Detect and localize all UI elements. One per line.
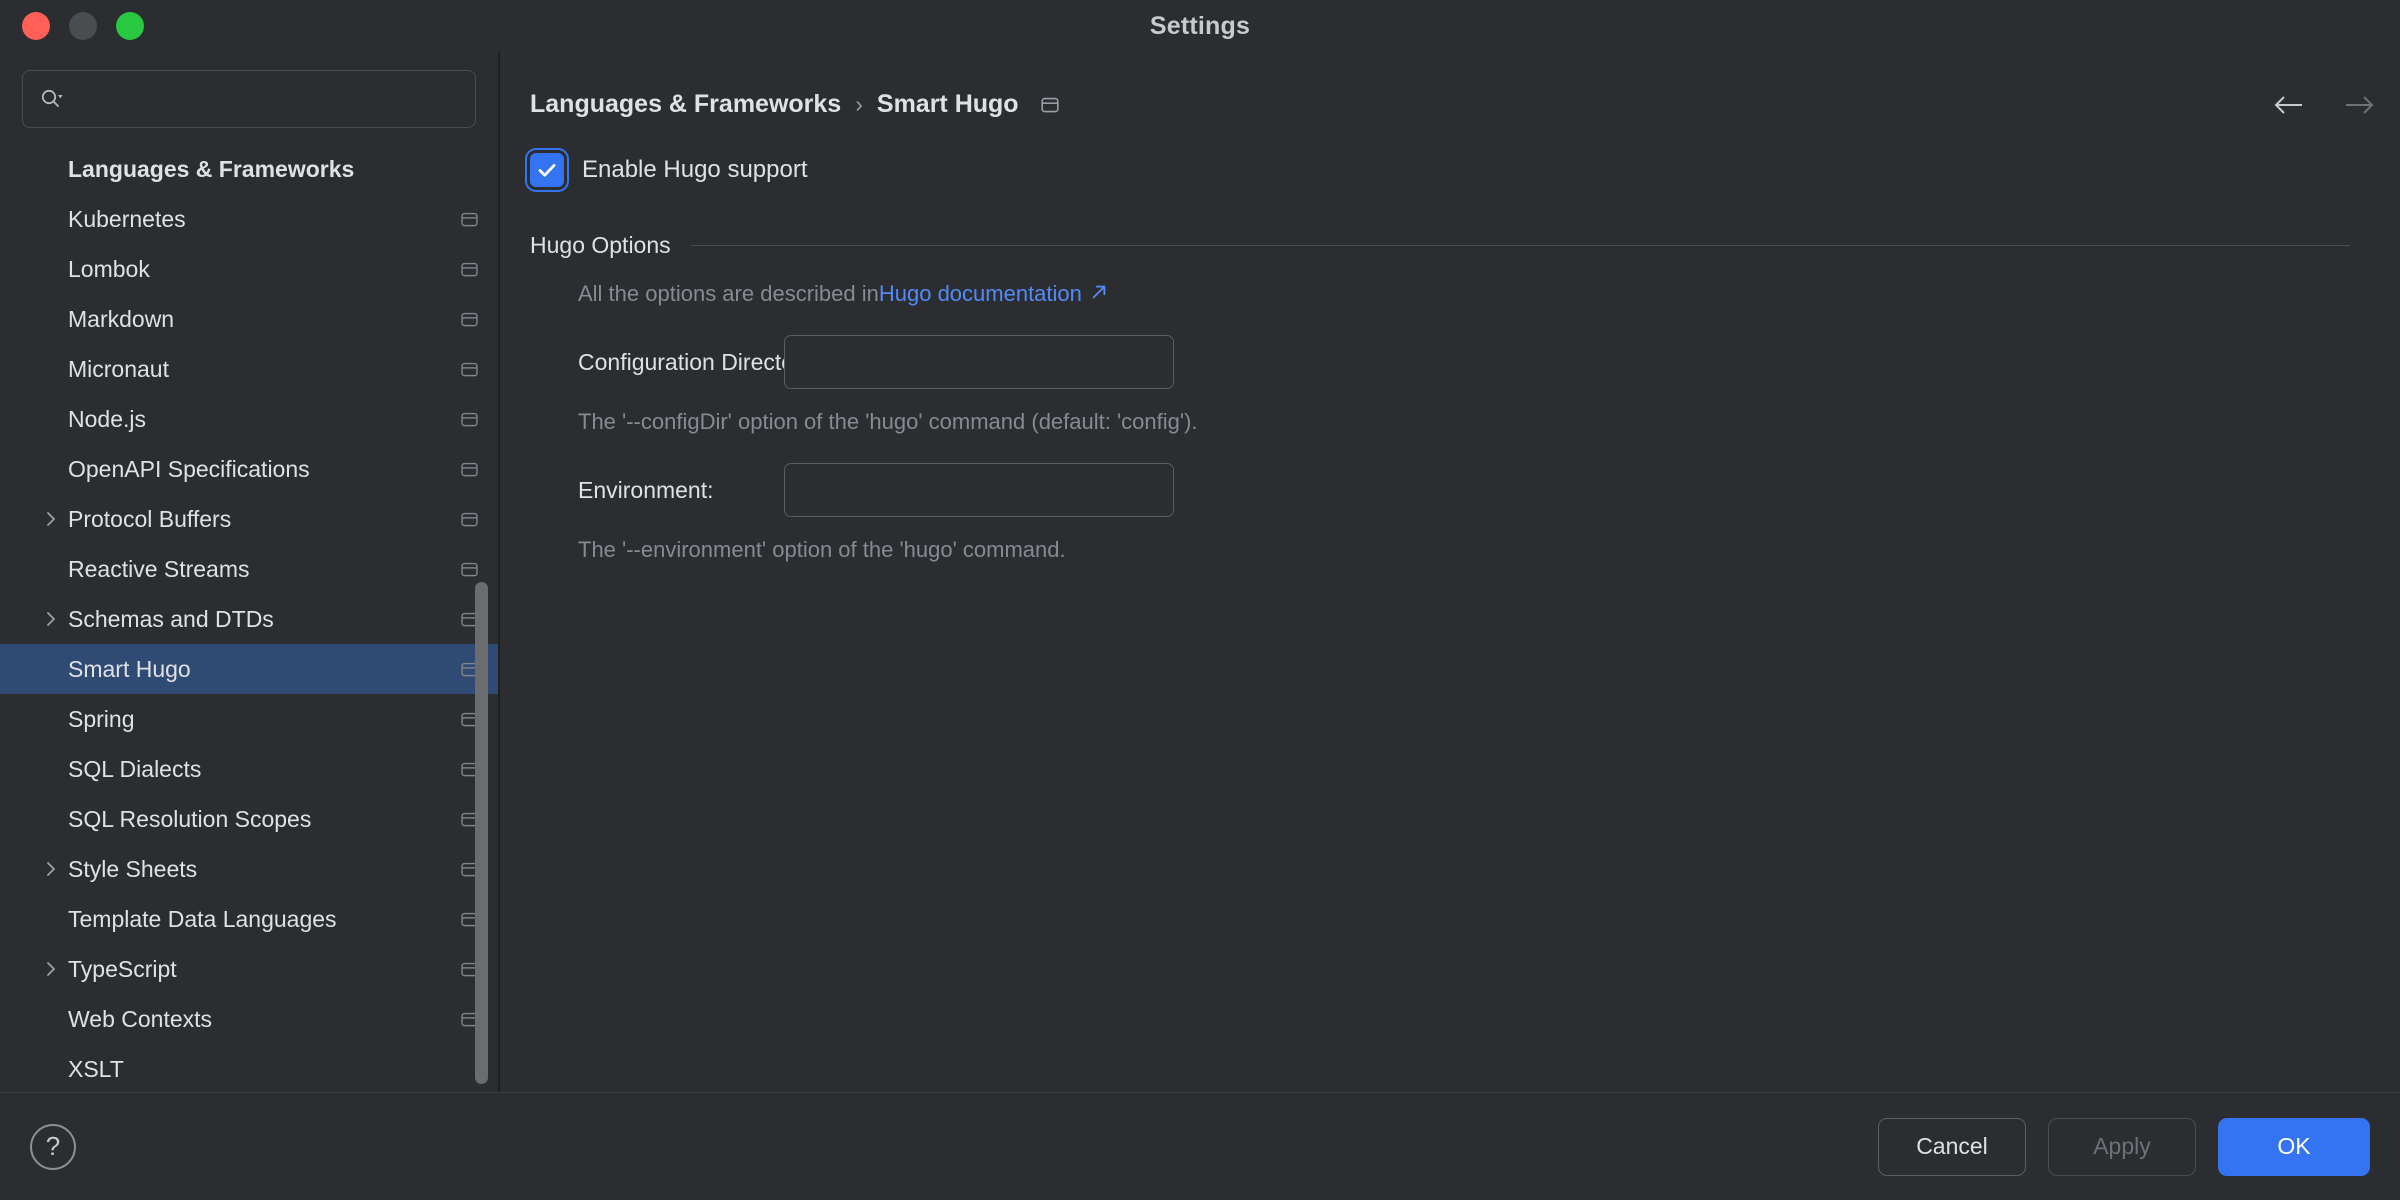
sidebar-scrollbar-thumb[interactable]: [475, 582, 488, 1084]
sidebar-item-label: TypeScript: [68, 955, 177, 982]
sidebar-item-web-contexts[interactable]: Web Contexts: [0, 994, 498, 1044]
sidebar-item-sql-resolution-scopes[interactable]: SQL Resolution Scopes: [0, 794, 498, 844]
hugo-documentation-prefix: All the options are described in: [578, 281, 879, 306]
sidebar-item-label: Protocol Buffers: [68, 505, 232, 532]
sidebar-item-label: Template Data Languages: [68, 905, 337, 932]
sidebar-item-label: Smart Hugo: [68, 655, 191, 682]
sidebar-item-label: Reactive Streams: [68, 555, 250, 582]
external-link-icon: [1090, 283, 1108, 301]
sidebar-item-reactive-streams[interactable]: Reactive Streams: [0, 544, 498, 594]
breadcrumb-separator-icon: ›: [855, 91, 863, 117]
breadcrumb: Languages & Frameworks › Smart Hugo: [500, 52, 2360, 119]
sidebar-item-label: XSLT: [68, 1055, 124, 1082]
group-separator-line: [690, 245, 2350, 246]
sidebar-item-label: SQL Dialects: [68, 755, 202, 782]
project-scope-icon: [459, 559, 480, 580]
sidebar-item-protocol-buffers[interactable]: Protocol Buffers: [0, 494, 498, 544]
environment-help: The '--environment' option of the 'hugo'…: [578, 537, 1066, 562]
expand-chevron-icon[interactable]: [34, 609, 68, 629]
sidebar-item-label: Kubernetes: [68, 205, 186, 232]
environment-row: Environment:: [578, 463, 2350, 517]
sidebar-item-openapi-specifications[interactable]: OpenAPI Specifications: [0, 444, 498, 494]
sidebar-group-header-label: Languages & Frameworks: [68, 155, 355, 182]
sidebar-item-typescript[interactable]: TypeScript: [0, 944, 498, 994]
expand-chevron-icon[interactable]: [34, 859, 68, 879]
sidebar-item-label: Node.js: [68, 405, 146, 432]
expand-chevron-icon[interactable]: [34, 959, 68, 979]
hugo-documentation-link[interactable]: Hugo documentation: [879, 281, 1082, 307]
sidebar-item-spring[interactable]: Spring: [0, 694, 498, 744]
sidebar-item-label: Lombok: [68, 255, 150, 282]
breadcrumb-parent[interactable]: Languages & Frameworks: [530, 90, 841, 119]
cancel-button[interactable]: Cancel: [1878, 1117, 2026, 1176]
configuration-directory-row: Configuration Directory:: [578, 335, 2350, 389]
sidebar-item-label: Style Sheets: [68, 855, 198, 882]
dialog-footer: ? Cancel Apply OK: [0, 1092, 2400, 1200]
project-scope-icon: [459, 259, 480, 280]
navigation-arrows: [2272, 92, 2376, 118]
expand-chevron-icon[interactable]: [34, 509, 68, 529]
sidebar-item-label: Markdown: [68, 305, 175, 332]
configuration-directory-input[interactable]: [784, 335, 1174, 389]
hugo-documentation-line: All the options are described in Hugo do…: [578, 281, 2350, 307]
settings-tree[interactable]: Languages & Frameworks Kubernetes Lombok M…: [0, 136, 498, 1092]
apply-button[interactable]: Apply: [2048, 1117, 2196, 1176]
sidebar-item-label: Schemas and DTDs: [68, 605, 274, 632]
window-title: Settings: [1149, 11, 1251, 40]
hugo-options-group: Hugo Options All the options are describ…: [530, 232, 2360, 563]
search-input[interactable]: [71, 86, 459, 112]
title-bar: Settings: [0, 0, 2400, 52]
project-scope-icon: [1039, 94, 1061, 116]
sidebar-item-label: Micronaut: [68, 355, 169, 382]
enable-hugo-support-row[interactable]: Enable Hugo support: [530, 153, 2360, 187]
sidebar-item-schemas-and-dtds[interactable]: Schemas and DTDs: [0, 594, 498, 644]
settings-main-panel: Languages & Frameworks › Smart Hugo Enab…: [500, 52, 2400, 1092]
project-scope-icon: [459, 209, 480, 230]
environment-label: Environment:: [578, 476, 714, 503]
sidebar-item-sql-dialects[interactable]: SQL Dialects: [0, 744, 498, 794]
project-scope-icon: [459, 359, 480, 380]
back-arrow-icon[interactable]: [2272, 92, 2306, 118]
sidebar-item-markdown[interactable]: Markdown: [0, 294, 498, 344]
project-scope-icon: [459, 309, 480, 330]
footer-button-group: Cancel Apply OK: [1878, 1117, 2370, 1176]
sidebar-item-label: SQL Resolution Scopes: [68, 805, 312, 832]
sidebar-item-micronaut[interactable]: Micronaut: [0, 344, 498, 394]
sidebar-item-smart-hugo[interactable]: Smart Hugo: [0, 644, 498, 694]
project-scope-icon: [459, 459, 480, 480]
window-body: Languages & Frameworks Kubernetes Lombok M…: [0, 52, 2400, 1092]
configuration-directory-label: Configuration Directory:: [578, 348, 820, 375]
sidebar-item-label: Spring: [68, 705, 135, 732]
hugo-options-body: All the options are described in Hugo do…: [530, 259, 2350, 563]
forward-arrow-icon[interactable]: [2342, 92, 2376, 118]
settings-content: Enable Hugo support Hugo Options All the…: [500, 119, 2360, 563]
sidebar-item-xslt[interactable]: XSLT: [0, 1044, 498, 1092]
environment-input[interactable]: [784, 463, 1174, 517]
ok-button[interactable]: OK: [2218, 1117, 2370, 1176]
sidebar-item-style-sheets[interactable]: Style Sheets: [0, 844, 498, 894]
settings-window: Settings Languages & Frameworks Kubernet…: [0, 0, 2400, 1200]
sidebar-item-template-data-languages[interactable]: Template Data Languages: [0, 894, 498, 944]
help-button[interactable]: ?: [30, 1123, 76, 1170]
sidebar-group-header[interactable]: Languages & Frameworks: [0, 144, 498, 194]
enable-hugo-support-label: Enable Hugo support: [582, 156, 808, 183]
sidebar-item-kubernetes[interactable]: Kubernetes: [0, 194, 498, 244]
sidebar-item-node-js[interactable]: Node.js: [0, 394, 498, 444]
search-container: [0, 52, 498, 136]
project-scope-icon: [459, 509, 480, 530]
search-icon: [39, 87, 63, 111]
sidebar-item-lombok[interactable]: Lombok: [0, 244, 498, 294]
search-box[interactable]: [22, 70, 476, 128]
hugo-options-title: Hugo Options: [530, 232, 671, 258]
project-scope-icon: [459, 409, 480, 430]
sidebar-item-label: Web Contexts: [68, 1005, 213, 1032]
configuration-directory-help: The '--configDir' option of the 'hugo' c…: [578, 409, 1198, 434]
breadcrumb-current: Smart Hugo: [876, 90, 1019, 118]
hugo-options-header: Hugo Options: [530, 232, 2350, 259]
enable-hugo-support-checkbox[interactable]: [530, 153, 564, 187]
sidebar-item-label: OpenAPI Specifications: [68, 455, 310, 482]
settings-sidebar: Languages & Frameworks Kubernetes Lombok M…: [0, 52, 500, 1092]
